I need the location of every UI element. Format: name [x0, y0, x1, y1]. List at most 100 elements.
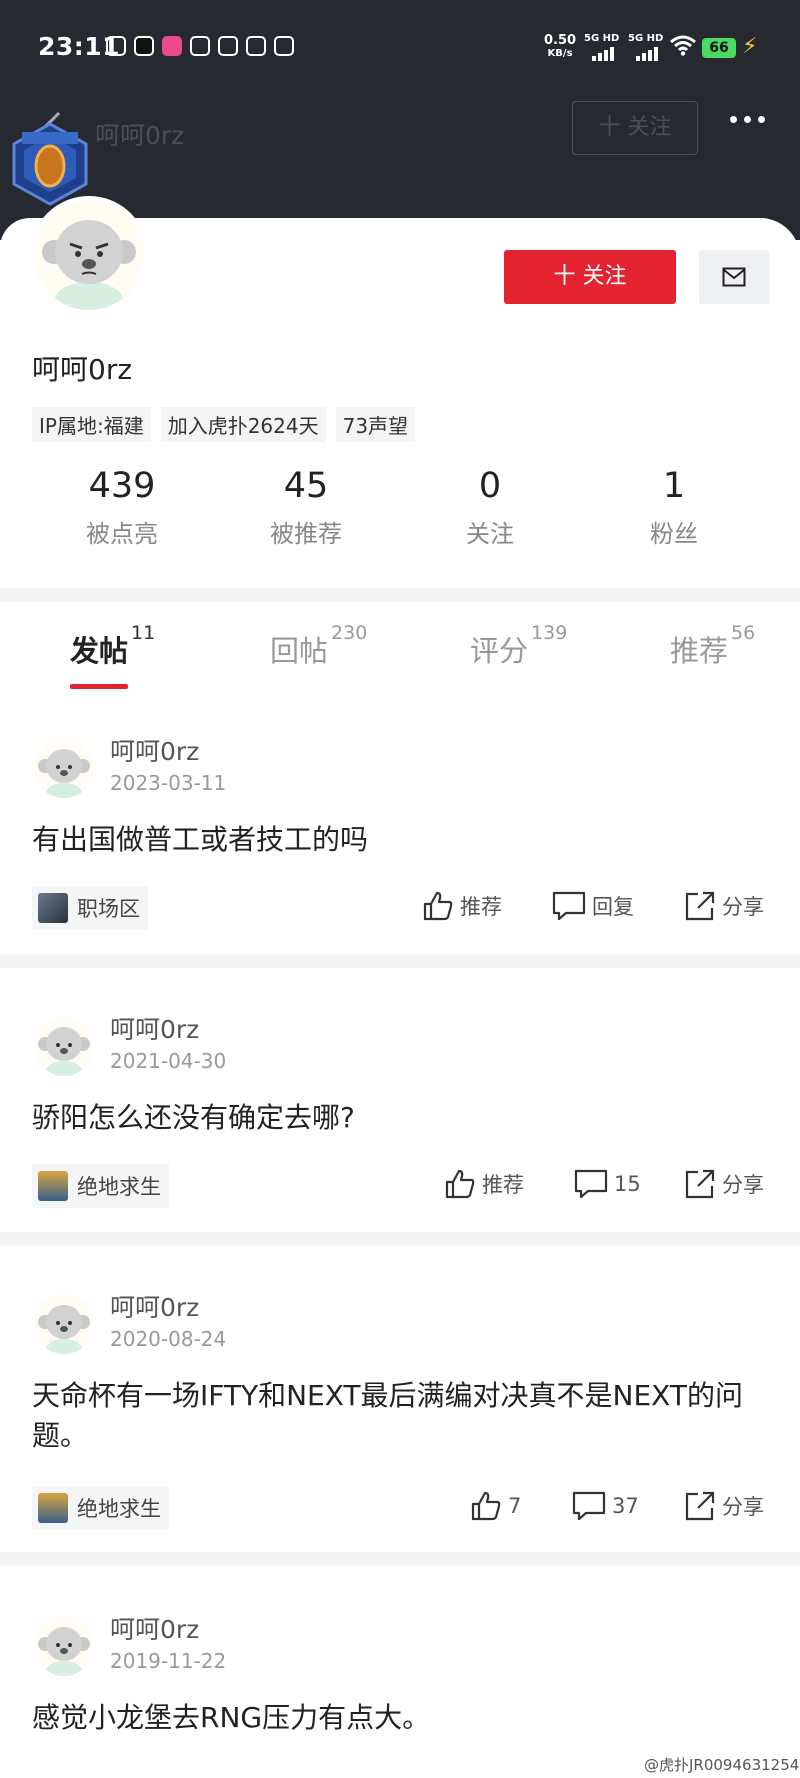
board-icon — [38, 1493, 68, 1523]
network-speed-value: 0.50 — [544, 33, 577, 48]
profile-stats: 439 被点亮 45 被推荐 0 关注 1 粉丝 — [30, 464, 766, 549]
board-label: 绝地求生 — [77, 1175, 161, 1199]
post-author[interactable]: 呵呵0rz — [110, 732, 199, 768]
recommend-button[interactable]: 推荐 — [444, 1168, 524, 1200]
post-author[interactable]: 呵呵0rz — [110, 1010, 199, 1046]
reply-label: 回复 — [592, 895, 634, 919]
comment-icon — [574, 1169, 608, 1199]
stat-following[interactable]: 0 关注 — [398, 464, 582, 549]
signal-icon — [592, 47, 614, 61]
wifi-icon — [670, 35, 696, 56]
recommend-button[interactable]: 推荐 — [422, 890, 502, 922]
thumbs-up-icon — [471, 1491, 501, 1521]
board-tag[interactable]: 绝地求生 — [32, 1164, 169, 1208]
app-notification-icon — [162, 36, 182, 56]
app-notification-icon — [274, 36, 294, 56]
tab-posts[interactable]: 发帖11 — [70, 622, 155, 670]
reply-count: 15 — [614, 1172, 641, 1196]
post-title[interactable]: 骄阳怎么还没有确定去哪? — [32, 1098, 772, 1138]
board-icon — [38, 893, 68, 923]
post-divider — [0, 1232, 800, 1246]
app-notification-icon — [134, 36, 154, 56]
charging-icon: ⚡ — [742, 34, 758, 59]
post-date: 2021-04-30 — [110, 1049, 227, 1073]
post-divider — [0, 1552, 800, 1566]
post-card[interactable]: 呵呵0rz 2020-08-24 天命杯有一场IFTY和NEXT最后满编对决真不… — [0, 1266, 800, 1550]
board-tag[interactable]: 绝地求生 — [32, 1486, 169, 1530]
stat-recommended[interactable]: 45 被推荐 — [214, 464, 398, 549]
active-tab-indicator — [70, 684, 128, 689]
tab-ratings[interactable]: 评分139 — [470, 622, 567, 670]
profile-username: 呵呵0rz — [32, 353, 133, 386]
nav-username: 呵呵0rz — [95, 121, 185, 150]
tab-label: 推荐 — [670, 634, 729, 668]
share-icon — [685, 1491, 715, 1521]
post-card[interactable]: 呵呵0rz 2019-11-22 感觉小龙堡去RNG压力有点大。 — [0, 1588, 800, 1778]
message-button[interactable] — [699, 250, 769, 304]
reply-button[interactable]: 15 — [574, 1168, 641, 1200]
notification-icons — [106, 36, 294, 56]
post-card[interactable]: 呵呵0rz 2021-04-30 骄阳怎么还没有确定去哪? 绝地求生 推荐 15… — [0, 988, 800, 1228]
post-date: 2023-03-11 — [110, 771, 227, 795]
nav-follow-button[interactable]: 十 关注 — [572, 101, 698, 155]
sim2-label: 5G HD — [628, 33, 664, 44]
network-speed: 0.50 KB/s — [544, 34, 576, 60]
share-button[interactable]: 分享 — [684, 1168, 764, 1200]
stat-label: 被推荐 — [270, 520, 342, 548]
reputation-tag: 73声望 — [335, 407, 416, 442]
share-icon — [685, 891, 715, 921]
post-title[interactable]: 感觉小龙堡去RNG压力有点大。 — [32, 1698, 772, 1738]
board-icon — [38, 1171, 68, 1201]
post-title[interactable]: 有出国做普工或者技工的吗 — [32, 820, 772, 860]
stat-label: 关注 — [466, 520, 514, 548]
tab-label: 评分 — [470, 634, 529, 668]
reply-count: 37 — [612, 1494, 639, 1518]
avatar[interactable] — [34, 1294, 94, 1354]
board-label: 绝地求生 — [77, 1497, 161, 1521]
stat-followers[interactable]: 1 粉丝 — [582, 464, 766, 549]
comment-icon — [572, 1491, 606, 1521]
avatar[interactable] — [30, 196, 148, 314]
tab-count: 56 — [731, 622, 756, 644]
avatar[interactable] — [34, 1616, 94, 1676]
tab-replies[interactable]: 回帖230 — [270, 622, 367, 670]
board-label: 职场区 — [77, 897, 140, 921]
battery-icon: 66 — [702, 38, 736, 58]
network-speed-unit: KB/s — [547, 48, 573, 59]
share-button[interactable]: 分享 — [684, 890, 764, 922]
follow-button[interactable]: 十 关注 — [504, 250, 676, 304]
app-notification-icon — [190, 36, 210, 56]
recommend-label: 推荐 — [482, 1173, 524, 1197]
wechat-icon — [218, 36, 238, 56]
post-title[interactable]: 天命杯有一场IFTY和NEXT最后满编对决真不是NEXT的问题。 — [32, 1376, 772, 1456]
level-badge-icon — [12, 122, 88, 206]
reply-button[interactable]: 37 — [572, 1490, 639, 1522]
more-options-icon[interactable] — [730, 116, 765, 123]
tab-count: 139 — [531, 622, 568, 644]
board-tag[interactable]: 职场区 — [32, 886, 148, 930]
reply-button[interactable]: 回复 — [552, 890, 634, 922]
comment-icon — [552, 891, 586, 921]
tab-count: 11 — [131, 622, 156, 644]
stat-lights[interactable]: 439 被点亮 — [30, 464, 214, 549]
share-button[interactable]: 分享 — [684, 1490, 764, 1522]
status-bar: 23:11 0.50 KB/s 5G HD 5G HD 66 ⚡ — [0, 0, 800, 96]
app-notification-icon — [246, 36, 266, 56]
avatar[interactable] — [34, 738, 94, 798]
share-label: 分享 — [722, 1495, 764, 1519]
mail-icon — [722, 267, 746, 287]
signal-icon — [636, 47, 658, 61]
stat-value: 0 — [478, 466, 502, 506]
profile-tags: IP属地:福建 加入虎扑2624天 73声望 — [32, 407, 416, 442]
stat-value: 1 — [662, 466, 686, 506]
recommend-count: 7 — [508, 1494, 522, 1518]
stat-value: 439 — [88, 466, 156, 506]
post-author[interactable]: 呵呵0rz — [110, 1288, 199, 1324]
avatar[interactable] — [34, 1016, 94, 1076]
recommend-label: 推荐 — [460, 895, 502, 919]
post-card[interactable]: 呵呵0rz 2023-03-11 有出国做普工或者技工的吗 职场区 推荐 回复 … — [0, 710, 800, 950]
tab-recommendations[interactable]: 推荐56 — [670, 622, 755, 670]
recommend-button[interactable]: 7 — [470, 1490, 521, 1522]
post-author[interactable]: 呵呵0rz — [110, 1610, 199, 1646]
stat-label: 粉丝 — [650, 520, 698, 548]
